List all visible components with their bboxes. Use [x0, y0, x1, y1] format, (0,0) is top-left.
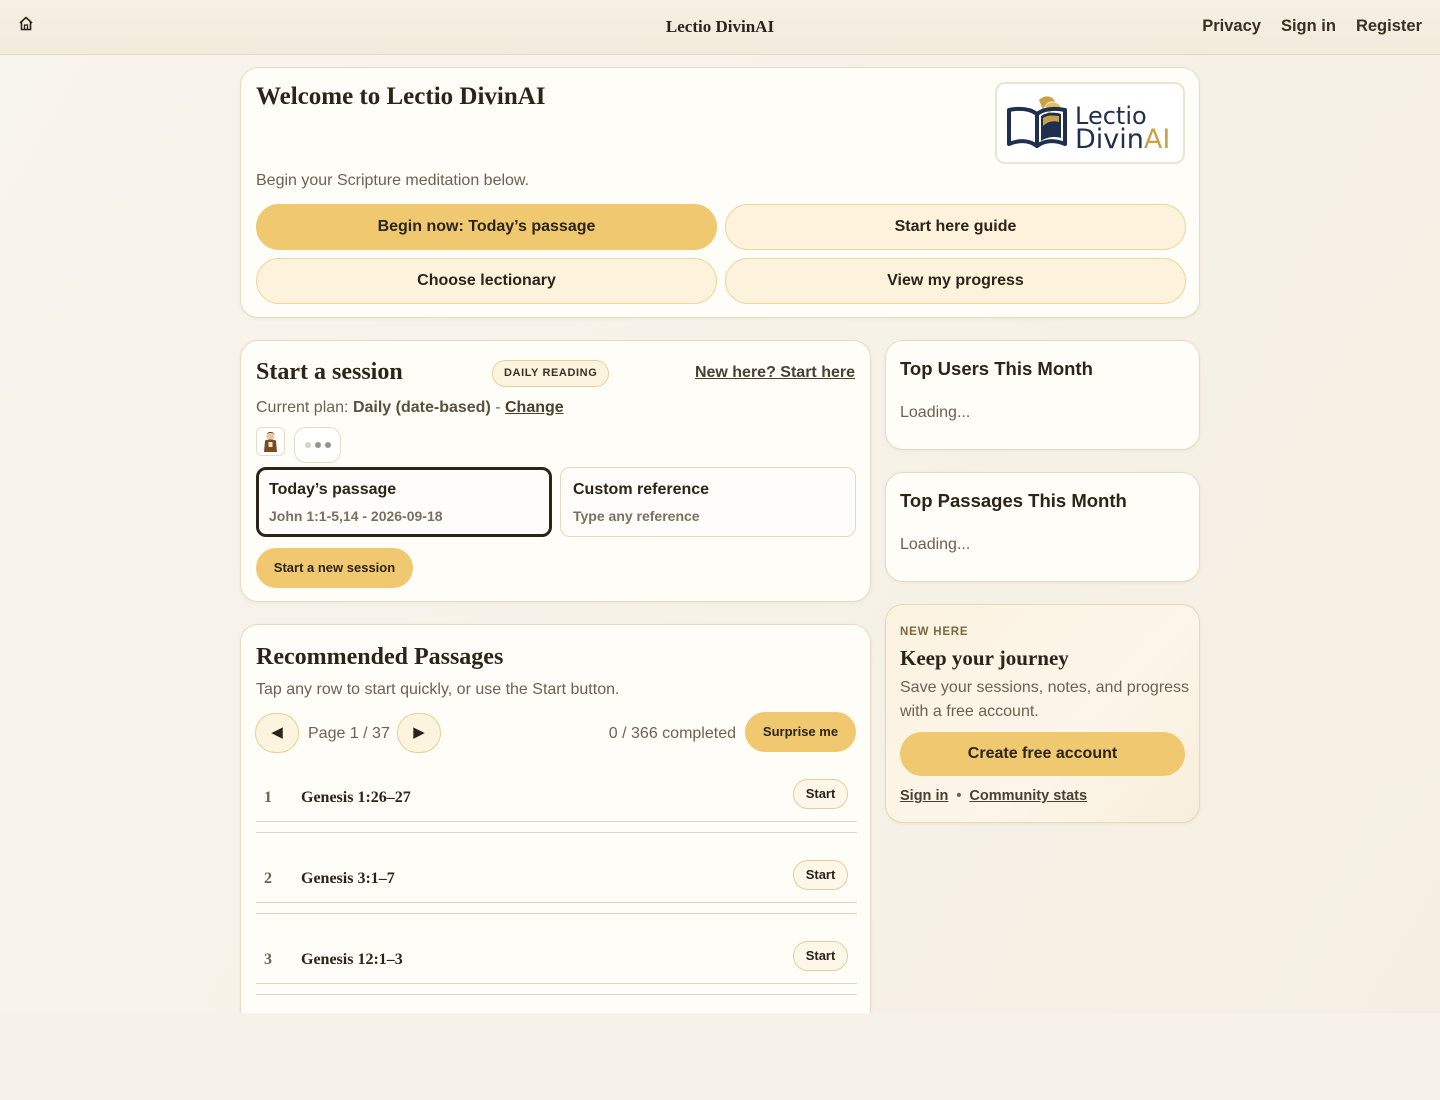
row-divider [256, 994, 857, 995]
choose-lectionary-button[interactable]: Choose lectionary [256, 258, 717, 304]
option-subtitle: John 1:1-5,14 - 2026-09-18 [269, 508, 443, 524]
top-navbar: Lectio DivinAI Privacy Sign in Register [0, 0, 1440, 55]
logo-word-divinai: DivinAI [1075, 124, 1170, 155]
privacy-link[interactable]: Privacy [1202, 17, 1261, 36]
change-plan-link[interactable]: Change [505, 399, 564, 416]
passage-start-button[interactable]: Start [793, 941, 848, 971]
plan-label: Current plan: [256, 399, 349, 416]
welcome-card: Welcome to Lectio DivinAI Lectio DivinAI… [240, 67, 1200, 318]
custom-reference-option[interactable]: Custom reference Type any reference [560, 467, 856, 537]
register-link[interactable]: Register [1356, 17, 1422, 36]
logo-word-divin: Divin [1075, 124, 1144, 155]
passage-row[interactable]: 3 Genesis 12:1–3 Start [256, 932, 857, 984]
welcome-title: Welcome to Lectio DivinAI [256, 83, 546, 110]
completed-count: 0 / 366 completed [608, 725, 736, 742]
journey-links: Sign in • Community stats [900, 788, 1087, 804]
community-stats-link[interactable]: Community stats [969, 788, 1087, 804]
session-title: Start a session [256, 359, 403, 385]
journey-sign-in-link[interactable]: Sign in [900, 788, 948, 804]
top-passages-status: Loading... [900, 536, 971, 553]
start-new-session-button[interactable]: Start a new session [256, 548, 413, 588]
option-subtitle: Type any reference [573, 508, 700, 524]
logo-word-ai: AI [1143, 124, 1171, 155]
row-divider [256, 913, 857, 914]
todays-passage-option[interactable]: Today’s passage John 1:1-5,14 - 2026-09-… [256, 467, 552, 537]
create-account-button[interactable]: Create free account [900, 732, 1185, 776]
next-page-button[interactable]: ▶ [397, 713, 441, 753]
new-here-link[interactable]: New here? Start here [695, 364, 855, 382]
recommended-title: Recommended Passages [256, 644, 504, 670]
surprise-me-button[interactable]: Surprise me [745, 712, 856, 752]
row-divider [256, 832, 857, 833]
monk-avatar-icon [256, 427, 285, 456]
page-indicator: Page 1 / 37 [308, 725, 390, 742]
top-nav-links: Privacy Sign in Register [1202, 17, 1422, 36]
passage-reference: Genesis 1:26–27 [301, 789, 411, 806]
plan-value: Daily (date-based) [352, 399, 491, 416]
recommended-subtitle: Tap any row to start quickly, or use the… [256, 681, 620, 698]
open-book-logo-icon [1007, 96, 1067, 148]
keep-journey-card: NEW HERE Keep your journey Save your ses… [885, 604, 1200, 823]
passage-reference: Genesis 3:1–7 [301, 870, 395, 887]
top-passages-title: Top Passages This Month [900, 490, 1127, 511]
journey-title: Keep your journey [900, 646, 1069, 670]
option-title: Today’s passage [269, 481, 397, 498]
passage-number: 3 [264, 951, 272, 968]
top-passages-card: Top Passages This Month Loading... [885, 472, 1200, 582]
link-separator: • [956, 788, 962, 804]
option-title: Custom reference [573, 481, 710, 498]
top-users-card: Top Users This Month Loading... [885, 340, 1200, 450]
passage-start-button[interactable]: Start [793, 860, 848, 890]
daily-reading-badge: DAILY READING [492, 360, 610, 387]
prev-page-button[interactable]: ◀ [255, 713, 299, 753]
begin-today-button[interactable]: Begin now: Today’s passage [256, 204, 717, 250]
top-users-title: Top Users This Month [900, 358, 1093, 379]
journey-kicker: NEW HERE [900, 626, 969, 638]
passage-reference: Genesis 12:1–3 [301, 951, 403, 968]
view-progress-button[interactable]: View my progress [725, 258, 1186, 304]
plan-separator: - [495, 399, 501, 416]
passage-start-button[interactable]: Start [793, 779, 848, 809]
current-plan: Current plan: Daily (date-based) - Chang… [256, 399, 564, 417]
start-guide-button[interactable]: Start here guide [725, 204, 1186, 250]
passage-number: 2 [264, 870, 272, 887]
page: Lectio DivinAI Privacy Sign in Register … [0, 0, 1440, 1013]
passage-row[interactable]: 2 Genesis 3:1–7 Start [256, 851, 857, 903]
welcome-subtitle: Begin your Scripture meditation below. [256, 172, 530, 189]
typing-indicator [294, 427, 341, 463]
sign-in-link[interactable]: Sign in [1281, 17, 1336, 36]
journey-description: Save your sessions, notes, and progress … [900, 679, 1190, 720]
start-session-card: Start a session DAILY READING New here? … [240, 340, 871, 602]
recommended-passages-card: Recommended Passages Tap any row to star… [240, 624, 871, 1013]
brand-logo: Lectio DivinAI [995, 82, 1185, 164]
passage-number: 1 [264, 789, 272, 806]
passage-row[interactable]: 1 Genesis 1:26–27 Start [256, 770, 857, 822]
top-users-status: Loading... [900, 404, 971, 421]
